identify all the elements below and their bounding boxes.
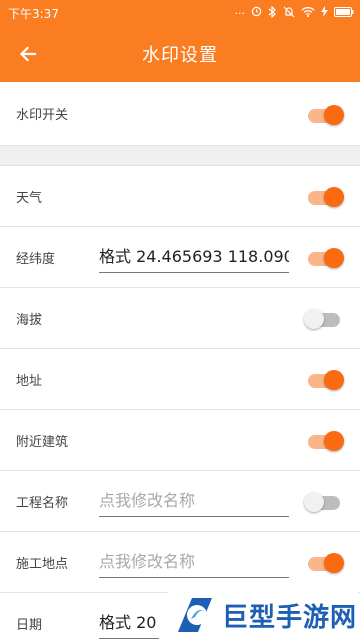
toggle-thumb: [304, 309, 324, 329]
nearby-toggle[interactable]: [306, 431, 344, 451]
setting-label: 附近建筑: [16, 434, 69, 450]
toggle-thumb: [324, 187, 344, 207]
battery-icon: [334, 6, 354, 20]
silent-icon: [283, 6, 295, 21]
app-bar: 水印设置: [0, 26, 360, 82]
setting-label: 海拔: [16, 312, 43, 328]
wifi-icon: [301, 6, 315, 20]
setting-row-altitude: 海拔: [0, 288, 360, 349]
toggle-thumb: [304, 492, 324, 512]
coords-format-input[interactable]: 格式 24.465693 118.090: [99, 243, 289, 273]
page-title: 水印设置: [142, 45, 218, 66]
alarm-icon: [251, 6, 262, 20]
logo-icon: [178, 598, 212, 632]
bluetooth-icon: [268, 5, 277, 21]
site-name-input[interactable]: 点我修改名称: [99, 548, 289, 578]
setting-row-master: 水印开关: [0, 82, 360, 146]
setting-row-nearby: 附近建筑: [0, 410, 360, 471]
setting-row-site: 施工地点 点我修改名称: [0, 532, 360, 593]
project-name-input[interactable]: 点我修改名称: [99, 487, 289, 517]
toggle-thumb: [324, 431, 344, 451]
setting-row-weather: 天气: [0, 166, 360, 227]
coords-toggle[interactable]: [306, 248, 344, 268]
status-time: 下午3:37: [8, 6, 59, 21]
status-icons: ···: [234, 5, 355, 21]
project-toggle[interactable]: [304, 492, 342, 512]
setting-label: 天气: [16, 190, 43, 206]
date-format-input[interactable]: 格式 20: [99, 609, 159, 639]
toggle-thumb: [324, 553, 344, 573]
setting-label: 经纬度: [16, 251, 56, 267]
settings-list: 水印开关 天气 经纬度 格式 24.465693 118.090 海拔 地址 附…: [0, 82, 360, 640]
setting-label: 地址: [16, 373, 43, 389]
charging-icon: [321, 6, 328, 20]
site-toggle[interactable]: [306, 553, 344, 573]
weather-toggle[interactable]: [306, 187, 344, 207]
setting-label: 工程名称: [16, 495, 69, 511]
setting-row-address: 地址: [0, 349, 360, 410]
setting-label: 日期: [16, 617, 43, 633]
setting-label: 施工地点: [16, 556, 69, 572]
setting-row-project: 工程名称 点我修改名称: [0, 471, 360, 532]
status-bar: 下午3:37 ···: [0, 0, 360, 26]
setting-row-coords: 经纬度 格式 24.465693 118.090: [0, 227, 360, 288]
master-toggle[interactable]: [306, 105, 344, 125]
section-divider: [0, 146, 360, 166]
watermark-logo: 巨型手游网: [168, 590, 358, 640]
back-button[interactable]: [12, 38, 44, 70]
address-toggle[interactable]: [306, 370, 344, 390]
setting-label: 水印开关: [16, 108, 69, 123]
toggle-thumb: [324, 248, 344, 268]
altitude-toggle[interactable]: [304, 309, 342, 329]
toggle-thumb: [324, 105, 344, 125]
toggle-thumb: [324, 370, 344, 390]
logo-brand-text: 巨型手游网: [222, 602, 358, 633]
arrow-left-icon: [19, 46, 37, 62]
more-dots-icon: ···: [234, 6, 246, 20]
